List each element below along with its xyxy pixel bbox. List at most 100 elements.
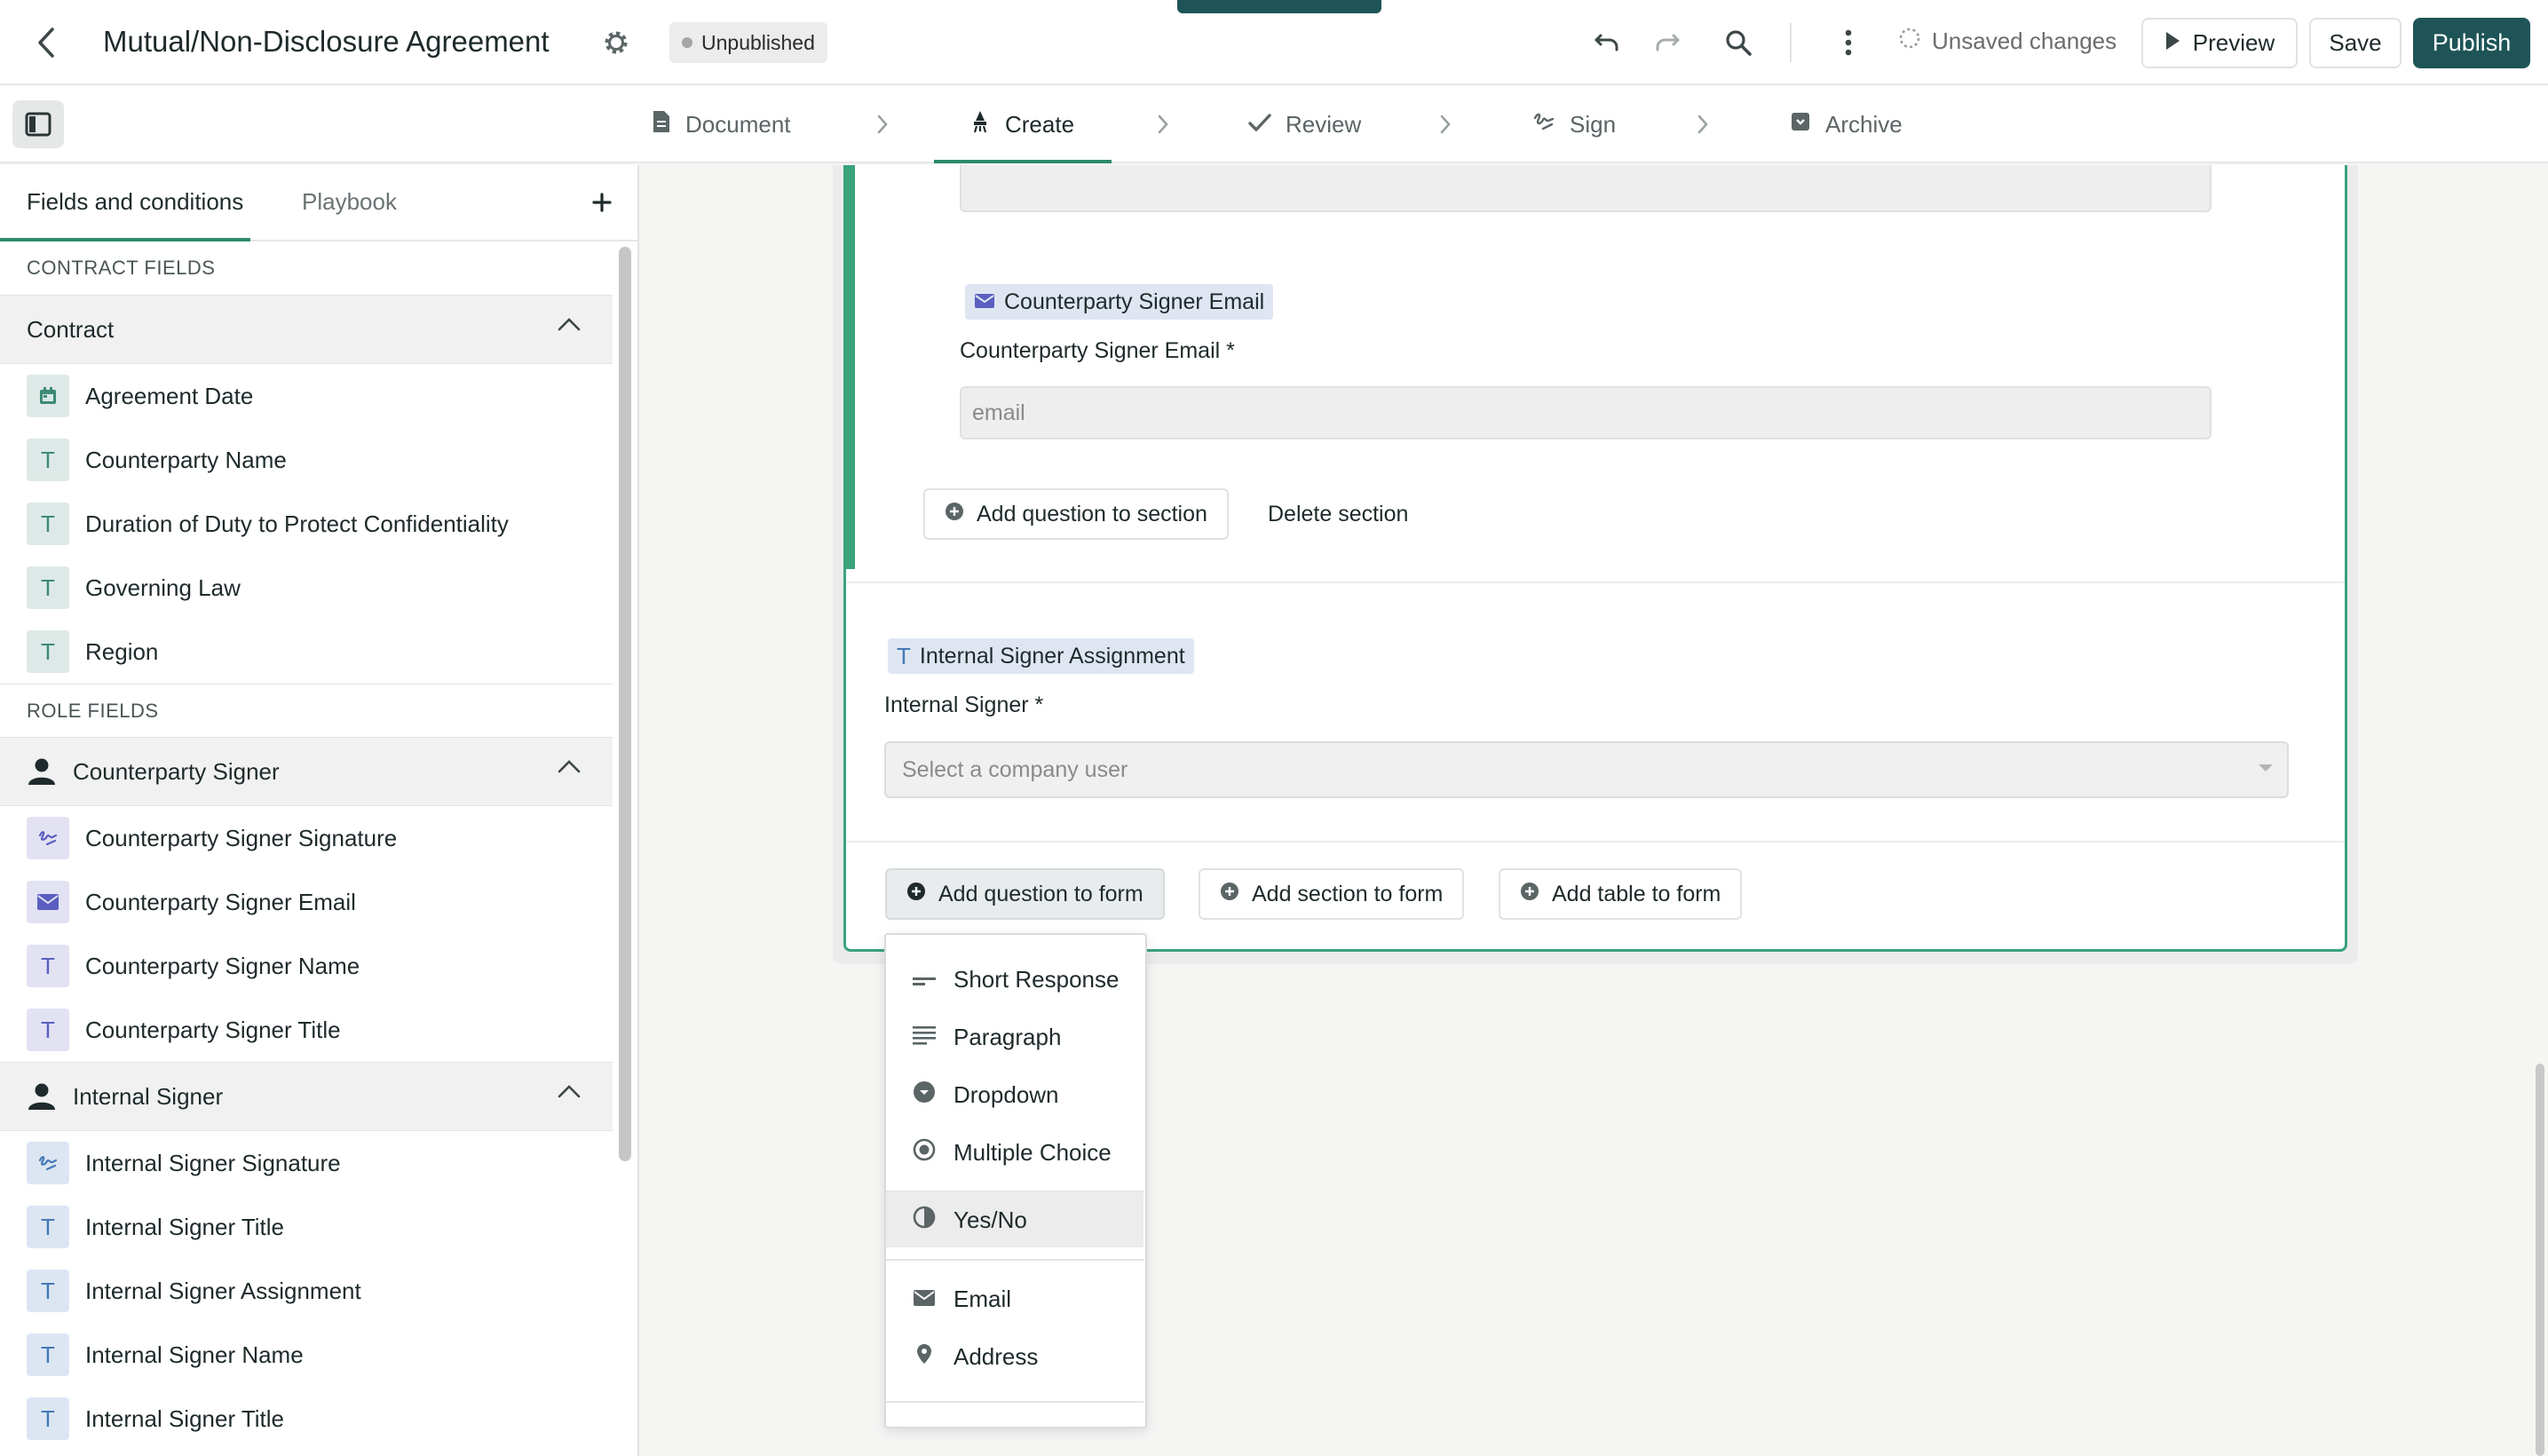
field-item[interactable]: T Internal Signer Name [0,1323,613,1387]
step-archive[interactable]: Archive [1790,85,1903,163]
step-document[interactable]: Document [652,85,791,163]
email-field[interactable]: email [960,386,2212,439]
section-divider [846,582,2345,583]
chevron-up-icon[interactable] [558,317,581,331]
sidebar-scrollbar-thumb[interactable] [619,247,631,1161]
more-options-icon[interactable] [1831,25,1866,60]
chevron-up-icon[interactable] [558,1084,581,1098]
fields-sidebar: Fields and conditions Playbook CONTRACT … [0,165,639,1456]
top-bar: Mutual/Non-Disclosure Agreement Unpublis… [0,0,2548,85]
active-step-indicator [934,160,1112,163]
field-item[interactable]: T Counterparty Signer Title [0,998,613,1062]
step-sign[interactable]: Sign [1532,85,1616,163]
signature-icon [27,817,69,859]
field-item[interactable]: T Duration of Duty to Protect Confidenti… [0,492,613,556]
field-item[interactable]: Internal Signer Signature [0,1131,613,1195]
publish-button[interactable]: Publish [2413,18,2530,68]
step-archive-label: Archive [1825,110,1903,138]
menu-item-dropdown[interactable]: Dropdown [886,1068,1143,1121]
add-question-to-form-button[interactable]: Add question to form [885,868,1165,920]
preview-button[interactable]: Preview [2141,18,2298,68]
tab-fields-and-conditions[interactable]: Fields and conditions [27,188,243,216]
field-item[interactable]: T Governing Law [0,556,613,620]
chevron-right-icon [1151,112,1175,137]
plus-circle-icon [906,882,926,907]
select-placeholder: Select a company user [902,756,1128,782]
menu-divider [886,1401,1143,1403]
field-tag: T Internal Signer Assignment [888,638,1194,674]
menu-item-yes-no[interactable]: Yes/No [886,1192,1143,1247]
menu-scrollbar[interactable] [1145,935,1147,1428]
email-icon [913,1286,936,1313]
add-question-to-section-label: Add question to section [977,501,1207,526]
menu-item-paragraph[interactable]: Paragraph [886,1010,1143,1064]
search-icon[interactable] [1721,25,1756,60]
field-item[interactable]: T Internal Signer Title [0,1195,613,1259]
add-icon[interactable] [586,186,618,218]
field-label: Internal Signer Assignment [85,1277,361,1304]
add-table-to-form-button[interactable]: Add table to form [1499,868,1743,920]
status-dot [682,37,692,48]
step-sign-label: Sign [1570,110,1617,138]
field-item[interactable]: T Counterparty Name [0,428,613,492]
tab-playbook[interactable]: Playbook [302,188,397,216]
chevron-right-icon [1690,112,1715,137]
dropdown-icon [913,1080,936,1110]
preview-label: Preview [2192,29,2275,56]
field-label: Region [85,637,159,665]
unsaved-label: Unsaved changes [1932,28,2117,54]
panel-toggle-icon[interactable] [12,100,64,148]
save-button[interactable]: Save [2309,18,2402,68]
field-label: Internal Signer Name [85,1341,304,1368]
archive-icon [1790,111,1811,138]
gear-icon[interactable] [600,27,632,59]
text-field-icon: T [27,1270,69,1312]
field-item[interactable]: T Internal Signer Title [0,1387,613,1451]
field-label: Internal Signer Signature [85,1149,341,1176]
field-item[interactable]: Counterparty Signer Signature [0,806,613,870]
add-section-to-form-button[interactable]: Add section to form [1199,868,1465,920]
field-item[interactable]: T Region [0,620,613,684]
plus-circle-icon [945,502,964,527]
save-label: Save [2329,29,2382,56]
menu-item-email[interactable]: Email [886,1272,1143,1325]
menu-item-label: Multiple Choice [954,1138,1112,1166]
spinner-icon [1898,27,1921,56]
step-create[interactable]: Create [969,85,1074,163]
group-header-counterparty-signer[interactable]: Counterparty Signer [0,737,613,806]
chevron-right-icon [870,112,895,137]
group-header-contract[interactable]: Contract [0,295,613,364]
plus-circle-icon [1520,882,1539,907]
field-label: Counterparty Signer Name [85,952,360,979]
chevron-up-icon[interactable] [558,759,581,773]
redo-icon[interactable] [1650,25,1685,60]
text-input[interactable] [960,165,2212,212]
company-user-select[interactable]: Select a company user [884,741,2289,798]
menu-item-multiple-choice[interactable]: Multiple Choice [886,1126,1143,1179]
field-item[interactable]: T Counterparty Signer Name [0,934,613,998]
field-tag-label: Internal Signer Assignment [919,643,1185,669]
text-field-icon: T [27,502,69,545]
signature-icon [27,1142,69,1184]
page-scrollbar-thumb[interactable] [2536,1064,2544,1456]
group-header-internal-signer[interactable]: Internal Signer [0,1062,613,1131]
field-item[interactable]: Agreement Date [0,364,613,428]
question-type-menu: Short Response Paragraph Dropdown Multip… [884,933,1147,1428]
field-label: Counterparty Name [85,446,287,473]
add-question-to-section-button[interactable]: Add question to section [923,488,1229,540]
menu-item-address[interactable]: Address [886,1330,1143,1383]
delete-section-button[interactable]: Delete section [1268,502,1408,527]
publish-label: Publish [2432,29,2512,56]
field-item[interactable]: Counterparty Signer Email [0,870,613,934]
menu-item-short-response[interactable]: Short Response [886,953,1143,1006]
field-item[interactable]: T Internal Signer Assignment [0,1259,613,1323]
back-icon[interactable] [28,25,64,60]
workflow-steps-bar: Document Create Review Sign Archive [0,85,2548,163]
undo-icon[interactable] [1589,25,1625,60]
step-review[interactable]: Review [1248,85,1361,163]
question-label: Internal Signer * [884,692,1044,717]
signature-icon [1532,110,1555,139]
add-section-to-form-label: Add section to form [1252,881,1444,906]
fields-list: CONTRACT FIELDS Contract Agreement Date … [0,241,613,1451]
field-label: Duration of Duty to Protect Confidential… [85,510,509,537]
